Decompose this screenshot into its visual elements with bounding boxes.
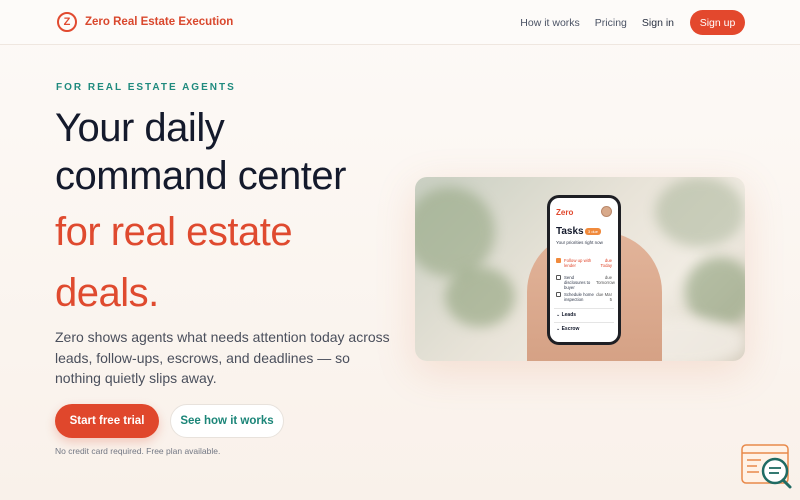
sign-up-button[interactable]: Sign up [690, 10, 745, 35]
task-text: Schedule home inspection [564, 292, 594, 302]
see-how-it-works-button[interactable]: See how it works [170, 404, 284, 438]
headline-line-1: Your daily [55, 106, 225, 150]
zero-logo-icon: Z [57, 12, 77, 32]
checkbox-icon [556, 275, 561, 280]
headline-accent-2: deals. [55, 271, 159, 315]
phone-tasks-subtitle: Your priorities right now [556, 240, 603, 245]
hero-cta-row: Start free trial See how it works [55, 404, 284, 438]
start-free-trial-button[interactable]: Start free trial [55, 404, 159, 438]
phone-screen: Zero Tasks 3 due Your priorities right n… [550, 198, 618, 342]
task-due: due Tomorrow [596, 275, 615, 285]
hero-eyebrow: FOR REAL ESTATE AGENTS [56, 82, 236, 93]
top-navigation: Z Zero Real Estate Execution How it work… [0, 0, 800, 45]
phone-app-logo: Zero [556, 208, 574, 217]
nav-link-how-it-works[interactable]: How it works [520, 17, 580, 29]
task-text: Send disclosures to buyer [564, 275, 591, 290]
headline-line-2: command center [55, 154, 346, 198]
brand-name: Zero Real Estate Execution [85, 16, 234, 28]
checkbox-checked-icon [556, 258, 561, 263]
hero-phone-image: Zero Tasks 3 due Your priorities right n… [415, 177, 745, 361]
brand-home-link[interactable]: Z Zero Real Estate Execution [57, 12, 233, 32]
phone-tasks-badge: 3 due [585, 228, 602, 235]
nav-link-sign-in[interactable]: Sign in [642, 17, 674, 29]
task-due: due Mar 5 [596, 292, 612, 302]
nav-link-pricing[interactable]: Pricing [595, 17, 627, 29]
phone-section-leads: ⌄ Leads [556, 312, 577, 318]
phone-section-escrow: ⌄ Escrow [556, 326, 580, 332]
section-label: Leads [561, 312, 577, 318]
task-due: due Today [600, 258, 612, 268]
phone-tasks-title: Tasks [556, 226, 584, 237]
cta-fineprint: No credit card required. Free plan avail… [55, 446, 221, 456]
checkbox-icon [556, 292, 561, 297]
task-text: Follow up with lender [564, 258, 592, 268]
hero-description: Zero shows agents what needs attention t… [55, 329, 390, 386]
divider [554, 308, 614, 309]
hero-headline: Your daily command center for real estat… [55, 104, 346, 317]
phone-avatar [601, 206, 612, 217]
nav-links: How it works Pricing Sign in Sign up [505, 10, 745, 35]
phone-mockup: Zero Tasks 3 due Your priorities right n… [547, 195, 621, 345]
headline-accent-1: for real estate [55, 210, 293, 254]
section-label: Escrow [561, 326, 580, 332]
divider [554, 322, 614, 323]
chat-search-icon[interactable] [741, 444, 793, 490]
